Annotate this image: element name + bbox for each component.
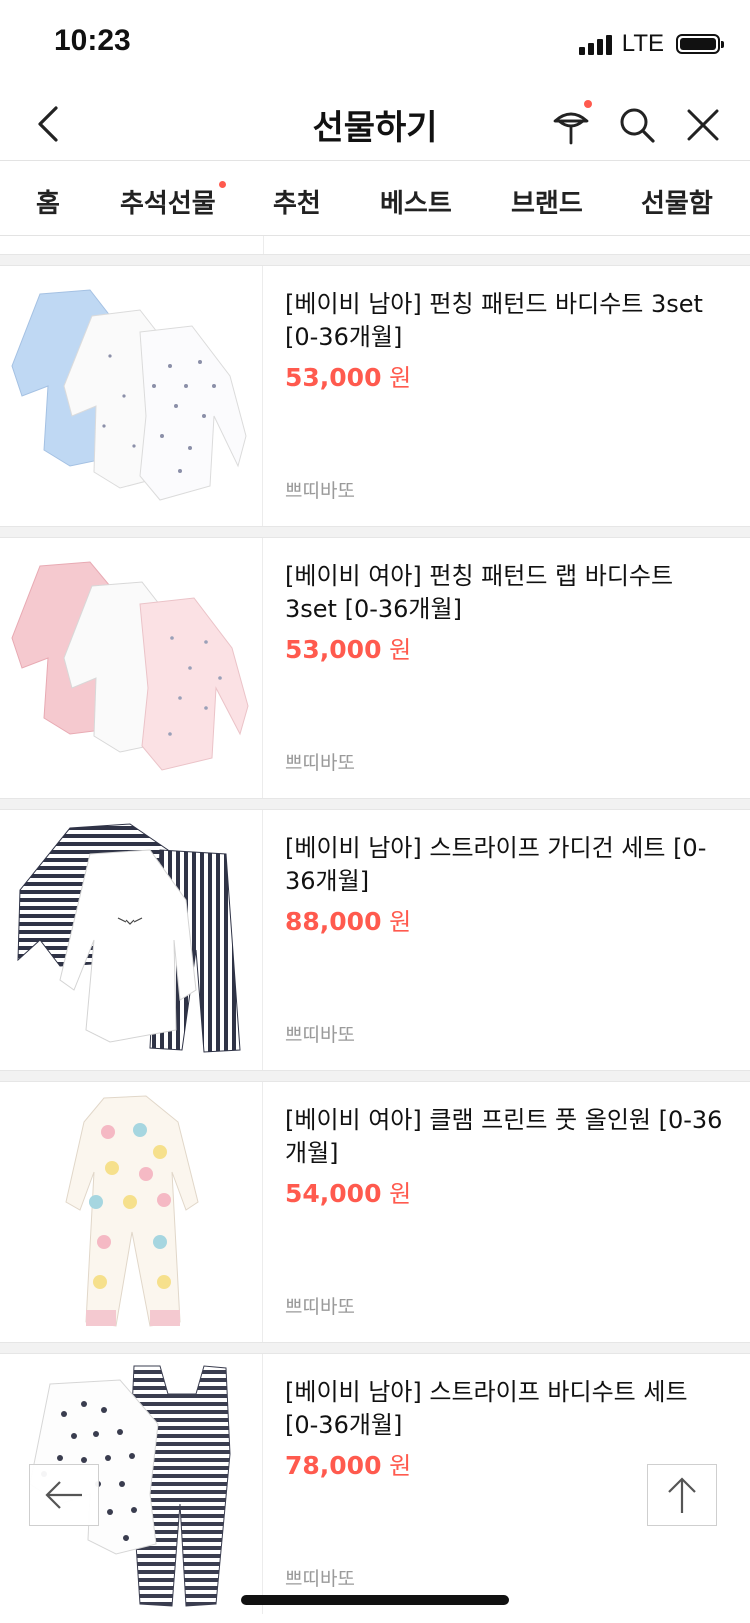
tab-new-dot [218, 181, 226, 188]
product-list: [베이비 남아] 펀칭 패턴드 바디수트 3set [0-36개월] 53,00… [0, 236, 750, 1614]
status-time: 10:23 [54, 24, 131, 57]
close-icon [687, 109, 719, 141]
product-image[interactable] [0, 538, 263, 798]
product-info: [베이비 여아] 클램 프린트 풋 올인원 [0-36개월] 54,000 원 [285, 1104, 728, 1209]
tab-chuseok-gift[interactable]: 추석선물 [120, 181, 226, 220]
product-image[interactable] [0, 266, 263, 526]
search-button[interactable] [612, 100, 662, 150]
nav-bar: 선물하기 [0, 88, 750, 160]
product-price: 53,000 원 [285, 635, 412, 664]
product-brand: 쁘띠바또 [285, 480, 355, 502]
clam-print-onesie-image [65, 1095, 199, 1327]
previous-item-edge [0, 236, 750, 254]
product-item[interactable]: [베이비 남아] 스트라이프 바디수트 세트 [0-36개월] 78,000 원… [0, 1354, 750, 1614]
product-name: [베이비 여아] 펀칭 패턴드 랩 바디수트 3set [0-36개월] [285, 562, 674, 623]
product-brand: 쁘띠바또 [285, 752, 355, 774]
status-indicators: LTE [578, 30, 724, 58]
product-image[interactable] [0, 810, 263, 1070]
product-item[interactable]: [베이비 여아] 클램 프린트 풋 올인원 [0-36개월] 54,000 원 … [0, 1082, 750, 1342]
product-name: [베이비 여아] 클램 프린트 풋 올인원 [0-36개월] [285, 1106, 723, 1167]
tab-best[interactable]: 베스트 [380, 183, 452, 220]
product-brand: 쁘띠바또 [285, 1568, 355, 1590]
product-info: [베이비 남아] 스트라이프 가디건 세트 [0-36개월] 88,000 원 [285, 832, 728, 937]
product-name: [베이비 남아] 스트라이프 바디수트 세트 [0-36개월] [285, 1378, 688, 1439]
product-item[interactable]: [베이비 남아] 펀칭 패턴드 바디수트 3set [0-36개월] 53,00… [0, 266, 750, 526]
product-price: 88,000 원 [285, 907, 412, 936]
tab-home[interactable]: 홈 [36, 183, 60, 220]
wrap-bodysuit-set-image [11, 561, 249, 771]
bodysuit-set-image [11, 289, 247, 501]
back-arrow-button[interactable] [29, 1464, 99, 1526]
divider [0, 526, 750, 538]
product-price: 53,000 원 [285, 363, 412, 392]
product-brand: 쁘띠바또 [285, 1296, 355, 1318]
close-button[interactable] [678, 100, 728, 150]
product-price: 54,000 원 [285, 1179, 412, 1208]
product-info: [베이비 여아] 펀칭 패턴드 랩 바디수트 3set [0-36개월] 53,… [285, 560, 728, 665]
nav-actions [546, 100, 728, 150]
product-name: [베이비 남아] 펀칭 패턴드 바디수트 3set [0-36개월] [285, 290, 703, 351]
product-info: [베이비 남아] 펀칭 패턴드 바디수트 3set [0-36개월] 53,00… [285, 288, 728, 393]
scroll-top-button[interactable] [647, 1464, 717, 1526]
signal-icon [578, 33, 612, 55]
divider [0, 798, 750, 810]
gift-button[interactable] [546, 100, 596, 150]
gift-icon [553, 112, 589, 145]
divider [0, 254, 750, 266]
divider [0, 1070, 750, 1082]
arrow-up-icon [668, 1477, 696, 1513]
category-tabs: 홈 추석선물 추천 베스트 브랜드 선물함 [0, 160, 750, 236]
notification-dot [584, 100, 592, 108]
arrow-left-icon [45, 1481, 82, 1509]
tab-recommend[interactable]: 추천 [273, 183, 321, 220]
network-type: LTE [621, 30, 664, 57]
product-image[interactable] [0, 1082, 263, 1342]
product-name: [베이비 남아] 스트라이프 가디건 세트 [0-36개월] [285, 834, 707, 895]
product-item[interactable]: [베이비 남아] 스트라이프 가디건 세트 [0-36개월] 88,000 원 … [0, 810, 750, 1070]
tab-gift-box[interactable]: 선물함 [641, 183, 713, 220]
search-icon [620, 108, 655, 143]
divider [0, 1342, 750, 1354]
product-brand: 쁘띠바또 [285, 1024, 355, 1046]
striped-cardigan-set-image [17, 823, 241, 1053]
home-indicator [241, 1595, 509, 1605]
battery-icon [676, 34, 724, 54]
product-item[interactable]: [베이비 여아] 펀칭 패턴드 랩 바디수트 3set [0-36개월] 53,… [0, 538, 750, 798]
tab-brand[interactable]: 브랜드 [511, 183, 583, 220]
status-bar: 10:23 LTE [0, 0, 750, 88]
